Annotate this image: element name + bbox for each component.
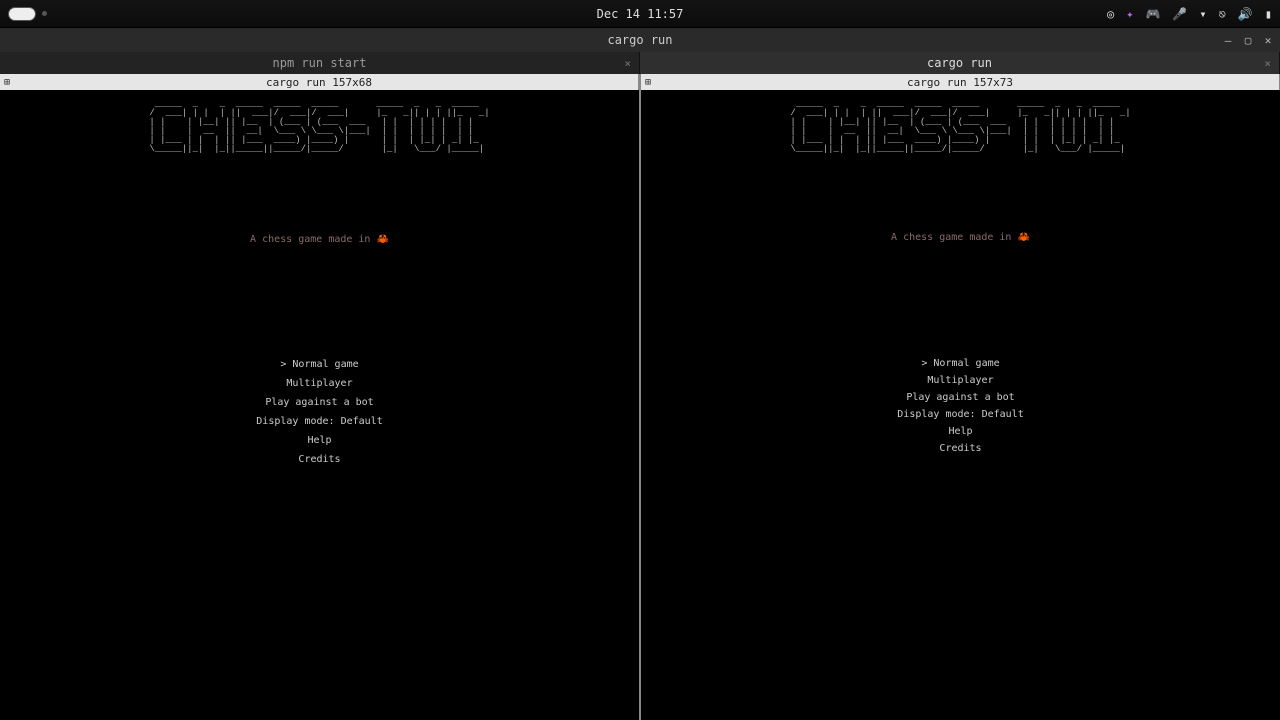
window-close-button[interactable]: ✕ [1260,32,1276,48]
system-clock[interactable]: Dec 14 11:57 [0,7,1280,21]
pane-menu-icon[interactable]: ⊞ [4,77,10,88]
pane-title-left[interactable]: ⊞ cargo run 157x68 [0,74,639,90]
menu-item-credits[interactable]: Credits [0,450,639,469]
menu-item-help[interactable]: Help [0,431,639,450]
window-minimize-button[interactable]: — [1220,32,1236,48]
app-logo-ascii: _____ _ _ _____ _____ _____ _____ _ _ __… [149,100,489,154]
app-logo-ascii: _____ _ _ _____ _____ _____ _____ _ _ __… [790,100,1130,154]
system-top-bar: Dec 14 11:57 ◎ ✦ 🎮 🎤 ▾ ⎋ 🔊 ▮ [0,0,1280,28]
terminal-split: _____ _ _ _____ _____ _____ _____ _ _ __… [0,90,1280,720]
main-menu: Normal game Multiplayer Play against a b… [641,355,1280,457]
pane-title-text: cargo run 157x68 [266,76,372,89]
menu-item-play-bot[interactable]: Play against a bot [0,393,639,412]
app-tagline: A chess game made in 🦀 [641,232,1280,243]
main-menu: Normal game Multiplayer Play against a b… [0,355,639,469]
pane-title-text: cargo run 157x73 [907,76,1013,89]
menu-item-multiplayer[interactable]: Multiplayer [0,374,639,393]
window-maximize-button[interactable]: ▢ [1240,32,1256,48]
app-tagline: A chess game made in 🦀 [0,234,639,245]
window-titlebar: cargo run — ▢ ✕ [0,28,1280,52]
menu-item-help[interactable]: Help [641,423,1280,440]
network-icon[interactable]: ⎋ [1219,7,1226,21]
menu-item-display-mode[interactable]: Display mode: Default [0,412,639,431]
pane-title-right[interactable]: ⊞ cargo run 157x73 [641,74,1280,90]
battery-icon[interactable]: ▮ [1265,7,1272,21]
discord-tray-icon[interactable]: 🎮 [1145,7,1160,21]
tab-close-icon[interactable]: × [624,57,631,70]
pane-title-strip: ⊞ cargo run 157x68 ⊞ cargo run 157x73 [0,74,1280,90]
tab-cargo-run[interactable]: cargo run × [640,52,1280,74]
terminal-pane-left[interactable]: _____ _ _ _____ _____ _____ _____ _ _ __… [0,90,639,720]
tab-close-icon[interactable]: × [1264,57,1271,70]
menu-item-play-bot[interactable]: Play against a bot [641,389,1280,406]
obs-tray-icon[interactable]: ◎ [1107,7,1114,21]
tab-strip: npm run start × cargo run × [0,52,1280,74]
menu-item-credits[interactable]: Credits [641,440,1280,457]
menu-item-normal-game[interactable]: Normal game [641,355,1280,372]
mic-icon[interactable]: 🎤 [1172,7,1187,21]
volume-icon[interactable]: 🔊 [1238,7,1253,21]
workspace-dot [42,11,47,16]
terminal-pane-right[interactable]: _____ _ _ _____ _____ _____ _____ _ _ __… [641,90,1280,720]
menu-item-multiplayer[interactable]: Multiplayer [641,372,1280,389]
tab-npm-run-start[interactable]: npm run start × [0,52,640,74]
tab-label: npm run start [273,56,367,70]
app-tray-icon[interactable]: ✦ [1126,7,1133,21]
system-tray: ◎ ✦ 🎮 🎤 ▾ ⎋ 🔊 ▮ [1107,7,1272,21]
menu-item-display-mode[interactable]: Display mode: Default [641,406,1280,423]
menu-item-normal-game[interactable]: Normal game [0,355,639,374]
window-title: cargo run [607,33,672,47]
wifi-icon[interactable]: ▾ [1199,7,1206,21]
activities-pill[interactable] [8,7,36,21]
pane-menu-icon[interactable]: ⊞ [645,77,651,88]
tab-label: cargo run [927,56,992,70]
